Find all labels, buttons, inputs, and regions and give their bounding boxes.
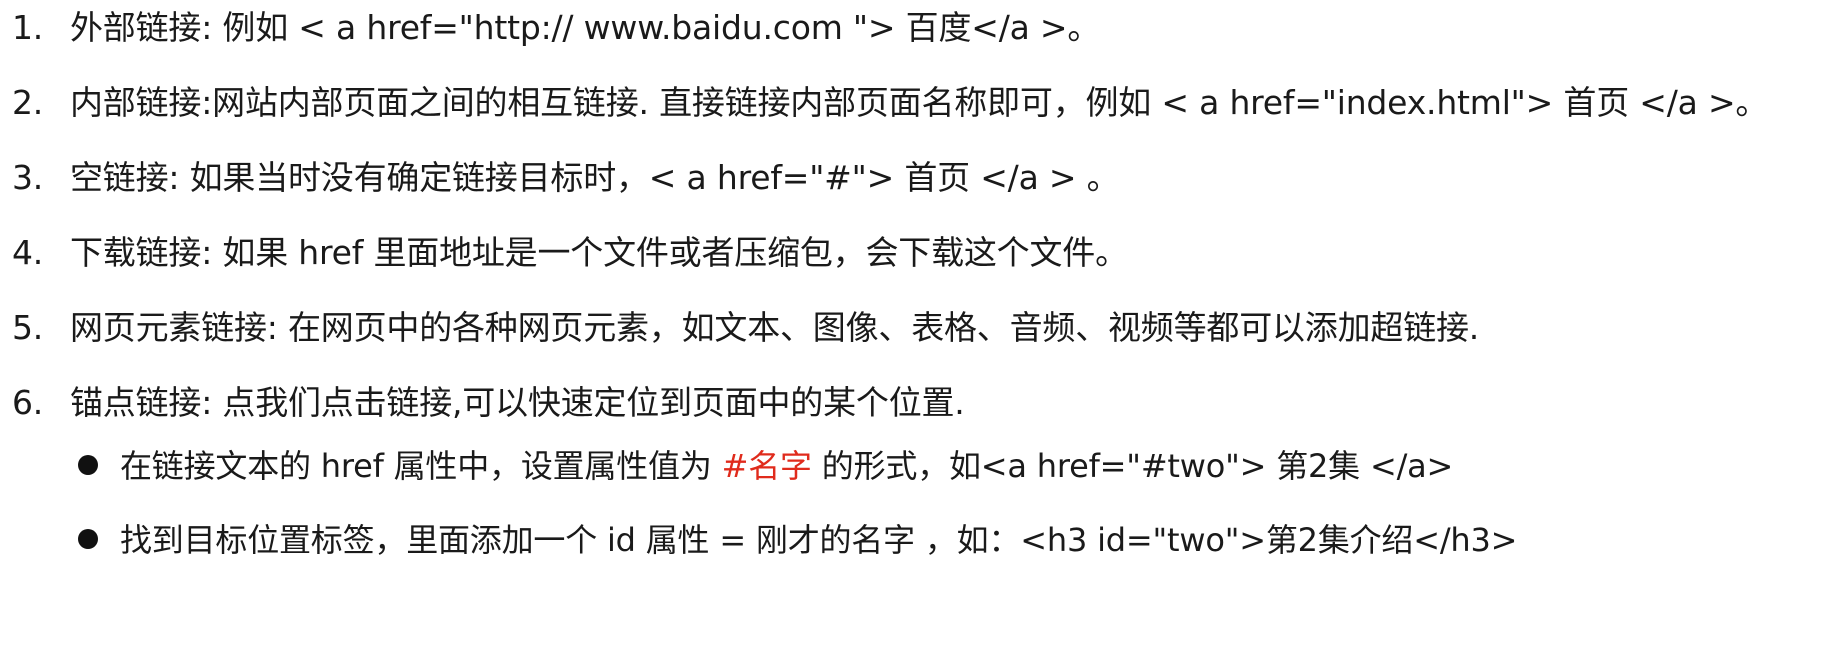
list-number: 4. xyxy=(12,233,44,272)
highlight-text: #名字 xyxy=(721,447,812,485)
list-item-1: 1. 外部链接: 例如 < a href="http:// www.baidu.c… xyxy=(12,0,1100,56)
document-body: 1. 外部链接: 例如 < a href="http:// www.baidu.c… xyxy=(0,0,1839,655)
bullet-icon xyxy=(78,529,98,549)
sub-item-text-after: 的形式，如<a href="#two"> 第2集 </a> xyxy=(811,447,1454,485)
sub-item-text: 找到目标位置标签，里面添加一个 id 属性 = 刚才的名字 ，如：<h3 id=… xyxy=(120,521,1518,559)
sub-list-item-2: 找到目标位置标签，里面添加一个 id 属性 = 刚才的名字 ，如：<h3 id=… xyxy=(78,512,1517,568)
list-number: 3. xyxy=(12,158,44,197)
list-number: 6. xyxy=(12,383,44,422)
list-item-text: 锚点链接: 点我们点击链接,可以快速定位到页面中的某个位置. xyxy=(70,383,965,422)
list-item-text: 网页元素链接: 在网页中的各种网页元素，如文本、图像、表格、音频、视频等都可以添… xyxy=(70,308,1480,347)
list-item-2: 2. 内部链接:网站内部页面之间的相互链接. 直接链接内部页面名称即可，例如 < … xyxy=(12,75,1768,131)
list-number: 1. xyxy=(12,8,44,47)
list-item-text: 内部链接:网站内部页面之间的相互链接. 直接链接内部页面名称即可，例如 < a … xyxy=(70,83,1769,122)
list-number: 2. xyxy=(12,83,44,122)
bullet-icon xyxy=(78,455,98,475)
sub-item-text-before: 在链接文本的 href 属性中，设置属性值为 xyxy=(120,447,722,485)
list-item-5: 5. 网页元素链接: 在网页中的各种网页元素，如文本、图像、表格、音频、视频等都可… xyxy=(12,300,1479,356)
list-item-3: 3. 空链接: 如果当时没有确定链接目标时，< a href="#"> 首页 </… xyxy=(12,150,1120,206)
list-item-text: 外部链接: 例如 < a href="http:// www.baidu.com… xyxy=(70,8,1101,47)
list-number: 5. xyxy=(12,308,44,347)
sub-list-item-1: 在链接文本的 href 属性中，设置属性值为 #名字 的形式，如<a href=… xyxy=(78,438,1453,494)
list-item-4: 4. 下载链接: 如果 href 里面地址是一个文件或者压缩包，会下载这个文件。 xyxy=(12,225,1128,281)
list-item-text: 空链接: 如果当时没有确定链接目标时，< a href="#"> 首页 </a … xyxy=(70,158,1120,197)
list-item-text: 下载链接: 如果 href 里面地址是一个文件或者压缩包，会下载这个文件。 xyxy=(70,233,1128,272)
list-item-6: 6. 锚点链接: 点我们点击链接,可以快速定位到页面中的某个位置. xyxy=(12,375,965,431)
